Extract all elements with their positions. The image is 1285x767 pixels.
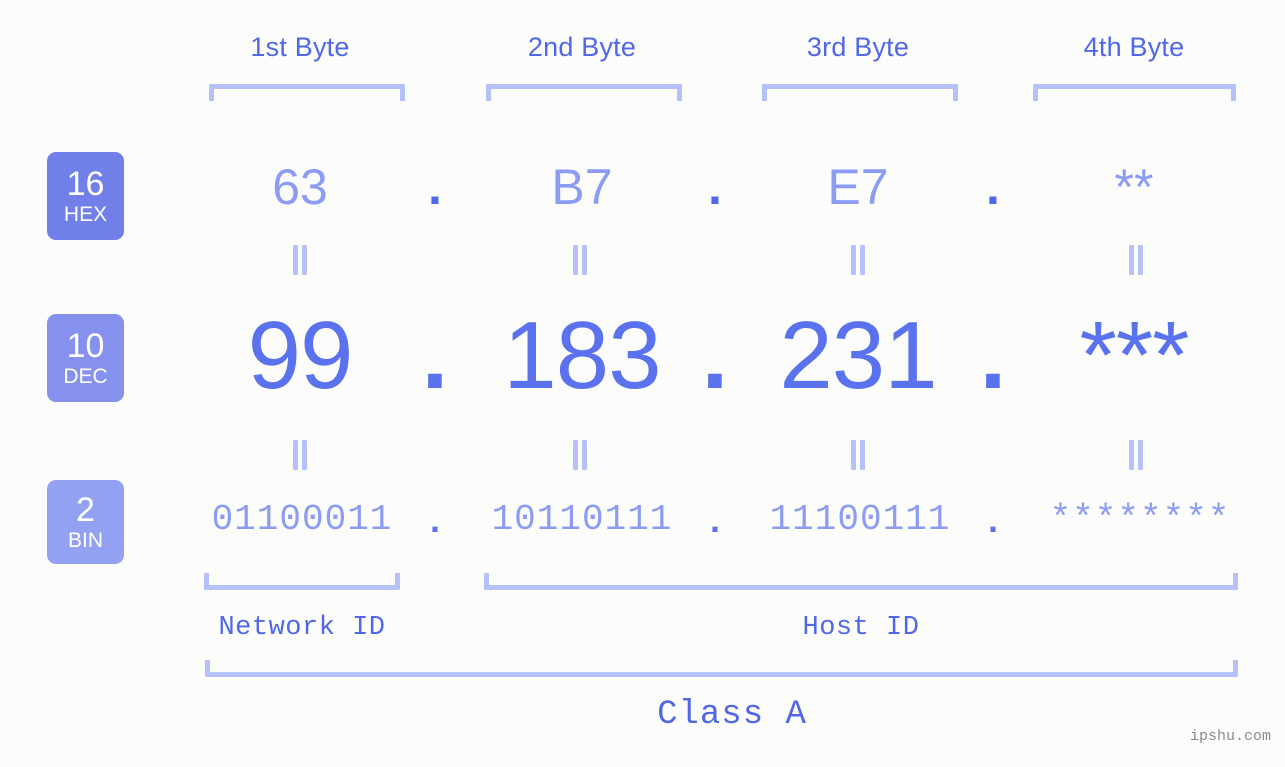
- dec-byte-3: 231: [779, 302, 937, 409]
- hex-separator-2: .: [708, 159, 722, 215]
- bin-byte-3: 11100111: [769, 499, 951, 540]
- dec-byte-1: 99: [247, 302, 354, 409]
- dec-separator-2: .: [701, 302, 729, 409]
- equals-hex-dec-2: [568, 245, 592, 275]
- dec-byte-2: 183: [503, 302, 661, 409]
- byte-header-2: 2nd Byte: [527, 32, 637, 62]
- equals-hex-dec-4: [1124, 245, 1148, 275]
- base-badge-hex-number: 16: [66, 165, 105, 203]
- equals-dec-bin-2: [568, 440, 592, 470]
- bin-separator-3: .: [987, 499, 998, 540]
- host-id-label: Host ID: [802, 613, 920, 643]
- byte-bracket-1: [209, 84, 405, 101]
- hex-byte-1: 63: [272, 159, 328, 215]
- hex-byte-3: E7: [827, 159, 889, 215]
- host-id-bracket: [484, 573, 1238, 590]
- equals-hex-dec-1: [288, 245, 312, 275]
- base-badge-bin-abbr: BIN: [67, 529, 103, 552]
- class-bracket: [205, 660, 1238, 677]
- byte-bracket-2: [486, 84, 682, 101]
- base-badge-hex-abbr: HEX: [63, 203, 108, 226]
- base-badge-dec-abbr: DEC: [63, 365, 108, 388]
- byte-bracket-4: [1033, 84, 1236, 101]
- ip-breakdown-diagram: 1st Byte 2nd Byte 3rd Byte 4th Byte 16 H…: [0, 0, 1285, 767]
- network-id-bracket: [204, 573, 400, 590]
- class-label: Class A: [657, 696, 807, 734]
- hex-byte-4: **: [1114, 159, 1154, 215]
- bin-byte-2: 10110111: [491, 499, 673, 540]
- byte-bracket-3: [762, 84, 958, 101]
- bin-byte-1: 01100011: [211, 499, 393, 540]
- dec-byte-4: ***: [1079, 302, 1189, 409]
- byte-header-3: 3rd Byte: [806, 32, 910, 62]
- site-watermark: ipshu.com: [1189, 728, 1271, 745]
- base-badge-dec: 10 DEC: [47, 314, 124, 402]
- byte-header-4: 4th Byte: [1083, 32, 1185, 62]
- base-badge-hex: 16 HEX: [47, 152, 124, 240]
- dec-separator-3: .: [979, 302, 1007, 409]
- hex-byte-2: B7: [551, 159, 613, 215]
- equals-dec-bin-4: [1124, 440, 1148, 470]
- equals-dec-bin-3: [846, 440, 870, 470]
- hex-separator-3: .: [986, 159, 1000, 215]
- base-badge-bin: 2 BIN: [47, 480, 124, 564]
- bin-separator-1: .: [429, 499, 440, 540]
- hex-separator-1: .: [428, 159, 442, 215]
- equals-hex-dec-3: [846, 245, 870, 275]
- equals-dec-bin-1: [288, 440, 312, 470]
- bin-separator-2: .: [709, 499, 720, 540]
- dec-separator-1: .: [421, 302, 449, 409]
- byte-header-1: 1st Byte: [250, 32, 350, 62]
- network-id-label: Network ID: [218, 613, 386, 643]
- base-badge-bin-number: 2: [76, 491, 95, 529]
- bin-byte-4: ********: [1049, 499, 1231, 540]
- base-badge-dec-number: 10: [66, 327, 105, 365]
